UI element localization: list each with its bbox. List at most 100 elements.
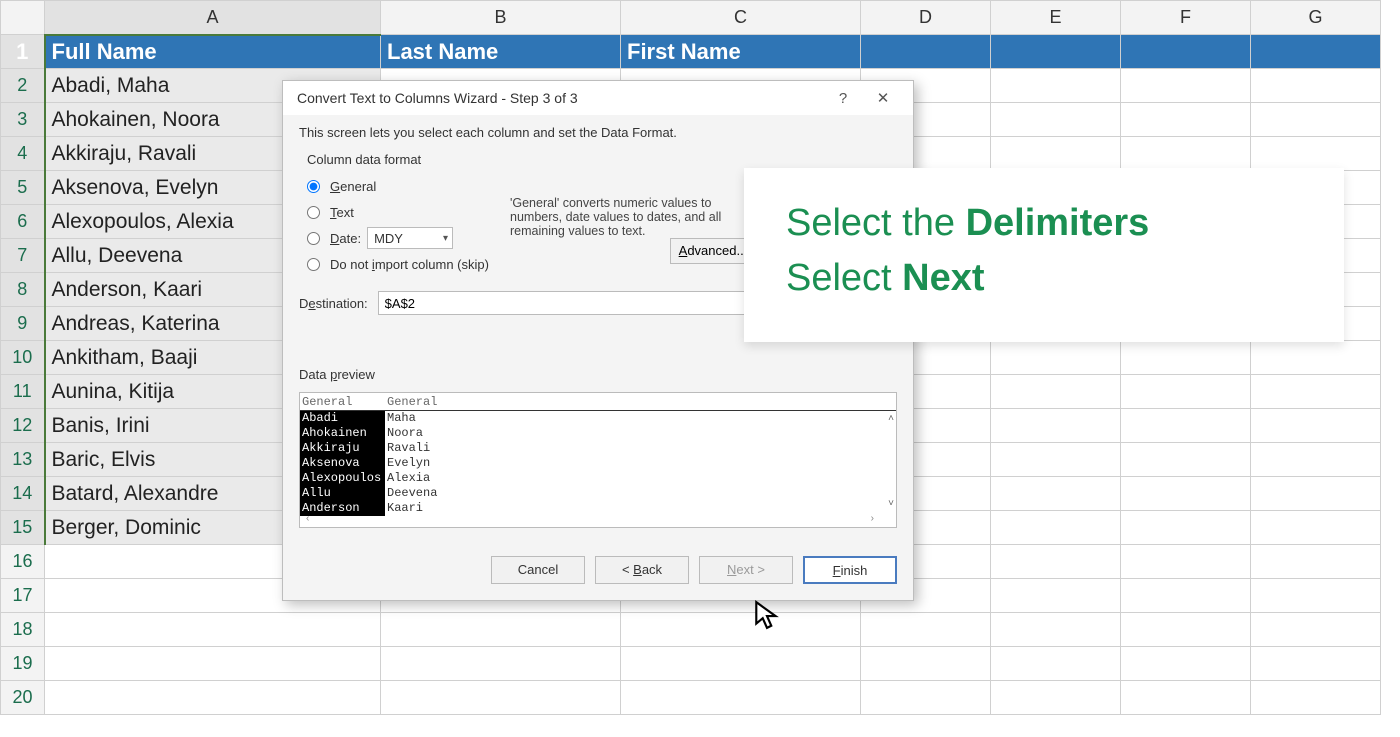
cell-empty[interactable] <box>1121 647 1251 681</box>
row-header-8[interactable]: 8 <box>1 273 45 307</box>
cell-a18[interactable] <box>45 613 381 647</box>
cell-empty[interactable] <box>991 35 1121 69</box>
row-header-14[interactable]: 14 <box>1 477 45 511</box>
row-header-1[interactable]: 1 <box>1 35 45 69</box>
back-button[interactable]: < Back <box>595 556 689 584</box>
row-header-15[interactable]: 15 <box>1 511 45 545</box>
cell-empty[interactable] <box>991 137 1121 171</box>
cell-empty[interactable] <box>1251 545 1381 579</box>
cell-a20[interactable] <box>45 681 381 715</box>
cell-empty[interactable] <box>381 681 621 715</box>
preview-row[interactable]: AkkirajuRavali <box>300 441 896 456</box>
cell-empty[interactable] <box>1251 35 1381 69</box>
cell-empty[interactable] <box>1251 681 1381 715</box>
cell-empty[interactable] <box>991 579 1121 613</box>
cell-empty[interactable] <box>1251 69 1381 103</box>
cell-empty[interactable] <box>1251 137 1381 171</box>
cell-empty[interactable] <box>1121 375 1251 409</box>
row-header-16[interactable]: 16 <box>1 545 45 579</box>
header-cell-c[interactable]: First Name <box>621 35 861 69</box>
cell-empty[interactable] <box>991 647 1121 681</box>
cell-empty[interactable] <box>1121 545 1251 579</box>
row-header-9[interactable]: 9 <box>1 307 45 341</box>
next-button[interactable]: Next > <box>699 556 793 584</box>
close-button[interactable]: ✕ <box>863 89 903 107</box>
cell-empty[interactable] <box>1121 681 1251 715</box>
header-cell-a[interactable]: Full Name <box>45 35 381 69</box>
radio-general-input[interactable] <box>307 180 320 193</box>
radio-text-input[interactable] <box>307 206 320 219</box>
data-preview[interactable]: General General AbadiMahaAhokainenNooraA… <box>299 392 897 528</box>
header-cell-b[interactable]: Last Name <box>381 35 621 69</box>
cell-empty[interactable] <box>381 647 621 681</box>
row-header-13[interactable]: 13 <box>1 443 45 477</box>
row-header-7[interactable]: 7 <box>1 239 45 273</box>
preview-row[interactable]: AksenovaEvelyn <box>300 456 896 471</box>
preview-row[interactable]: AlexopoulosAlexia <box>300 471 896 486</box>
cell-empty[interactable] <box>861 35 991 69</box>
cell-empty[interactable] <box>1251 103 1381 137</box>
cell-empty[interactable] <box>381 613 621 647</box>
dialog-titlebar[interactable]: Convert Text to Columns Wizard - Step 3 … <box>283 81 913 115</box>
col-header-e[interactable]: E <box>991 1 1121 35</box>
cell-empty[interactable] <box>991 545 1121 579</box>
cell-empty[interactable] <box>1251 613 1381 647</box>
cell-empty[interactable] <box>991 375 1121 409</box>
cell-empty[interactable] <box>1121 35 1251 69</box>
row-header-20[interactable]: 20 <box>1 681 45 715</box>
preview-header-col2[interactable]: General <box>385 395 465 409</box>
cell-empty[interactable] <box>861 647 991 681</box>
cell-empty[interactable] <box>1121 511 1251 545</box>
row-header-18[interactable]: 18 <box>1 613 45 647</box>
cell-empty[interactable] <box>991 69 1121 103</box>
col-header-d[interactable]: D <box>861 1 991 35</box>
cell-empty[interactable] <box>1251 341 1381 375</box>
cell-empty[interactable] <box>991 409 1121 443</box>
row-header-2[interactable]: 2 <box>1 69 45 103</box>
cell-empty[interactable] <box>991 341 1121 375</box>
cell-empty[interactable] <box>1251 477 1381 511</box>
select-all-corner[interactable] <box>1 1 45 35</box>
cell-empty[interactable] <box>621 647 861 681</box>
cell-empty[interactable] <box>1251 647 1381 681</box>
col-header-c[interactable]: C <box>621 1 861 35</box>
preview-header-col1[interactable]: General <box>300 395 385 409</box>
preview-scroll-left-icon[interactable]: ‹ <box>306 513 309 525</box>
cell-empty[interactable] <box>991 103 1121 137</box>
finish-button[interactable]: Finish <box>803 556 897 584</box>
cell-empty[interactable] <box>1251 511 1381 545</box>
cell-empty[interactable] <box>1121 579 1251 613</box>
col-header-g[interactable]: G <box>1251 1 1381 35</box>
col-header-a[interactable]: A <box>45 1 381 35</box>
cell-empty[interactable] <box>1121 137 1251 171</box>
preview-row[interactable]: AlluDeevena <box>300 486 896 501</box>
preview-row[interactable]: AhokainenNoora <box>300 426 896 441</box>
cell-empty[interactable] <box>991 681 1121 715</box>
preview-scroll-down-icon[interactable]: ˅ <box>888 498 894 509</box>
radio-date-input[interactable] <box>307 232 320 245</box>
preview-scroll-right-icon[interactable]: › <box>871 513 874 525</box>
row-header-19[interactable]: 19 <box>1 647 45 681</box>
row-header-11[interactable]: 11 <box>1 375 45 409</box>
cell-empty[interactable] <box>1251 443 1381 477</box>
cell-empty[interactable] <box>1251 409 1381 443</box>
cancel-button[interactable]: Cancel <box>491 556 585 584</box>
row-header-4[interactable]: 4 <box>1 137 45 171</box>
cell-empty[interactable] <box>1121 409 1251 443</box>
cell-empty[interactable] <box>991 613 1121 647</box>
cell-empty[interactable] <box>861 613 991 647</box>
cell-empty[interactable] <box>1121 477 1251 511</box>
cell-empty[interactable] <box>1121 443 1251 477</box>
preview-scroll-up-icon[interactable]: ˄ <box>888 413 894 424</box>
row-header-10[interactable]: 10 <box>1 341 45 375</box>
cell-empty[interactable] <box>1121 613 1251 647</box>
help-button[interactable]: ? <box>823 90 863 107</box>
cell-empty[interactable] <box>1121 69 1251 103</box>
cell-empty[interactable] <box>621 681 861 715</box>
cell-empty[interactable] <box>861 681 991 715</box>
cell-empty[interactable] <box>1121 341 1251 375</box>
row-header-6[interactable]: 6 <box>1 205 45 239</box>
cell-empty[interactable] <box>1121 103 1251 137</box>
cell-empty[interactable] <box>1251 579 1381 613</box>
row-header-5[interactable]: 5 <box>1 171 45 205</box>
